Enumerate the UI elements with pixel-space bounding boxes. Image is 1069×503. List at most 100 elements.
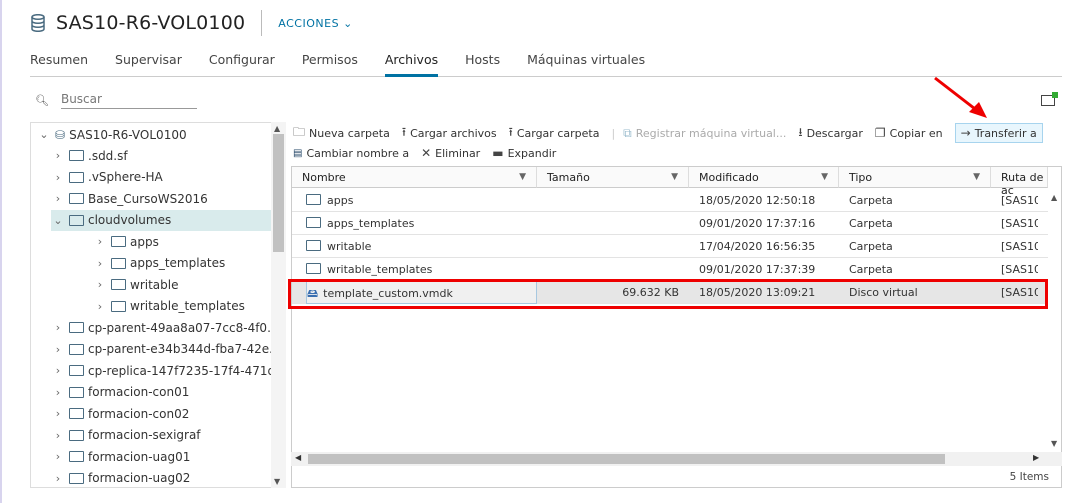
chevron-right-icon[interactable]: › [51, 450, 65, 463]
tree-item-label: cp-replica-147f7235-17f4-471d-... [88, 363, 286, 378]
scroll-down-icon[interactable]: ▼ [274, 477, 280, 486]
search-input[interactable]: Buscar [60, 92, 197, 109]
tab-configurar[interactable]: Configurar [209, 50, 275, 77]
scrollbar-thumb[interactable] [308, 454, 945, 464]
scrollbar-thumb[interactable] [273, 134, 284, 252]
inflate-button[interactable]: ▬ Expandir [492, 146, 556, 160]
chevron-right-icon[interactable]: › [51, 407, 65, 420]
tree-item[interactable]: › apps [93, 231, 159, 252]
download-icon: ⭳ [798, 124, 803, 139]
actions-menu-button[interactable]: ACCIONES ⌄ [278, 17, 352, 30]
move-to-button[interactable]: → Transferir a [954, 123, 1043, 143]
scroll-right-icon[interactable]: ▶ [1033, 453, 1039, 462]
cell-type: Carpeta [849, 212, 981, 235]
chevron-right-icon[interactable]: › [51, 472, 65, 485]
tree-item-label: writable [130, 277, 179, 292]
tab-maquinas-virtuales[interactable]: Máquinas virtuales [527, 50, 645, 77]
copy-icon: ❐ [874, 126, 886, 140]
chevron-right-icon[interactable]: › [93, 257, 107, 270]
filter-icon[interactable]: ▼ [671, 172, 678, 182]
tree-item[interactable]: › .vSphere-HA [51, 167, 163, 188]
folder-icon [69, 193, 84, 204]
table-row[interactable]: apps_templates 09/01/2020 17:37:16 Carpeta… [292, 212, 1048, 235]
tab-archivos[interactable]: Archivos [384, 50, 439, 77]
column-header[interactable]: Tipo ▼ [839, 167, 991, 188]
new-folder-button[interactable]: 🗀 Nueva carpeta [293, 123, 390, 144]
column-header[interactable]: Modificado ▼ [689, 167, 839, 188]
chevron-right-icon[interactable]: › [93, 278, 107, 291]
scroll-up-icon[interactable]: ▲ [274, 124, 280, 133]
folder-icon [69, 451, 84, 462]
cell-path: [SAS10-R [1001, 235, 1038, 258]
folder-icon [69, 408, 84, 419]
cell-path: [SAS10-R [1001, 258, 1038, 281]
chevron-right-icon[interactable]: › [93, 300, 107, 313]
tree-item-label: formacion-con01 [88, 385, 190, 399]
upload-files-button[interactable]: ⭱ Cargar archivos [402, 123, 497, 144]
column-header[interactable]: Nombre ▼ [292, 167, 537, 188]
tree-item[interactable]: ⌄ cloudvolumes [51, 209, 286, 231]
table-row[interactable]: writable 17/04/2020 16:56:35 Carpeta [SAS10… [292, 235, 1048, 258]
chevron-right-icon[interactable]: › [51, 386, 65, 399]
tab-hosts[interactable]: Hosts [465, 50, 500, 77]
delete-button[interactable]: ✕ Eliminar [421, 146, 480, 160]
chevron-right-icon[interactable]: › [51, 364, 65, 377]
tree-item[interactable]: › Base_CursoWS2016 [51, 188, 208, 209]
cell-text: [SAS10-R [1001, 194, 1038, 207]
chevron-right-icon[interactable]: › [51, 149, 65, 162]
tree-item[interactable]: › cp-replica-147f7235-17f4-471d-... [51, 360, 286, 381]
register-vm-button[interactable]: ⧉ Registrar máquina virtual... [623, 126, 786, 141]
tab-permisos[interactable]: Permisos [302, 50, 358, 77]
tree-item-label: formacion-uag02 [88, 471, 191, 485]
filter-icon[interactable]: ▼ [519, 172, 526, 182]
tree-item[interactable]: › formacion-con01 [51, 382, 190, 403]
tree-item[interactable]: › formacion-con02 [51, 403, 190, 424]
column-header[interactable]: Ruta de ac [991, 167, 1048, 197]
chevron-right-icon[interactable]: › [51, 321, 65, 334]
tree-item[interactable]: › writable_templates [93, 296, 245, 317]
scroll-down-icon[interactable]: ▼ [1051, 439, 1057, 448]
chevron-right-icon[interactable]: › [51, 429, 65, 442]
tree-item-label: formacion-sexigraf [88, 428, 201, 442]
folder-icon [69, 171, 84, 183]
scroll-up-icon[interactable]: ▲ [1051, 193, 1057, 202]
chevron-right-icon[interactable]: › [51, 171, 65, 184]
new-folder-icon[interactable] [1041, 92, 1058, 106]
horizontal-scrollbar[interactable]: ◀ ▶ [291, 452, 1062, 466]
tree-item[interactable]: › formacion-sexigraf [51, 425, 201, 446]
cell-name: writable [306, 235, 537, 258]
cell-modified: 09/01/2020 17:37:16 [699, 212, 829, 235]
folder-icon [69, 365, 84, 376]
column-header-label: Tipo [849, 171, 873, 184]
tree-item[interactable]: › cp-parent-e34b344d-fba7-42e... [51, 339, 281, 360]
table-row[interactable]: apps 18/05/2020 12:50:18 Carpeta [SAS10-R [292, 189, 1048, 212]
tree-item[interactable]: › apps_templates [93, 253, 225, 274]
column-header[interactable]: Tamaño ▼ [537, 167, 689, 188]
tree-item-root[interactable]: ⌄ ⛁ SAS10-R6-VOL0100 [37, 124, 186, 145]
chevron-right-icon[interactable]: › [51, 192, 65, 205]
tree-item[interactable]: › formacion-uag02 [51, 468, 191, 488]
tab-supervisar[interactable]: Supervisar [115, 50, 182, 77]
scroll-left-icon[interactable]: ◀ [295, 453, 301, 462]
tree-item[interactable]: › formacion-uag01 [51, 446, 191, 467]
rename-button[interactable]: ▤ Cambiar nombre a [293, 147, 409, 160]
tree-item[interactable]: › writable [93, 274, 179, 295]
upload-icon: ⭱ [508, 124, 513, 139]
chevron-down-icon[interactable]: ⌄ [51, 214, 65, 227]
chevron-down-icon[interactable]: ⌄ [37, 128, 51, 141]
table-row[interactable]: writable_templates 09/01/2020 17:37:39 Car… [292, 258, 1048, 281]
cell-modified: 17/04/2020 16:56:35 [699, 235, 829, 258]
folder-icon [306, 194, 321, 205]
tree-scrollbar[interactable]: ▲ ▼ [271, 122, 286, 488]
chevron-right-icon[interactable]: › [93, 235, 107, 248]
tree-item[interactable]: › .sdd.sf [51, 145, 128, 166]
filter-icon[interactable]: ▼ [973, 172, 980, 182]
tab-resumen[interactable]: Resumen [30, 50, 88, 77]
download-button[interactable]: ⭳ Descargar [798, 123, 863, 144]
upload-folder-button[interactable]: ⭱ Cargar carpeta [509, 123, 600, 144]
chevron-right-icon[interactable]: › [51, 343, 65, 356]
copy-to-button[interactable]: ❐ Copiar en [875, 126, 943, 140]
cell-path: [SAS10-R [1001, 212, 1038, 235]
filter-icon[interactable]: ▼ [821, 172, 828, 182]
tree-item[interactable]: › cp-parent-49aa8a07-7cc8-4f0... [51, 317, 279, 338]
